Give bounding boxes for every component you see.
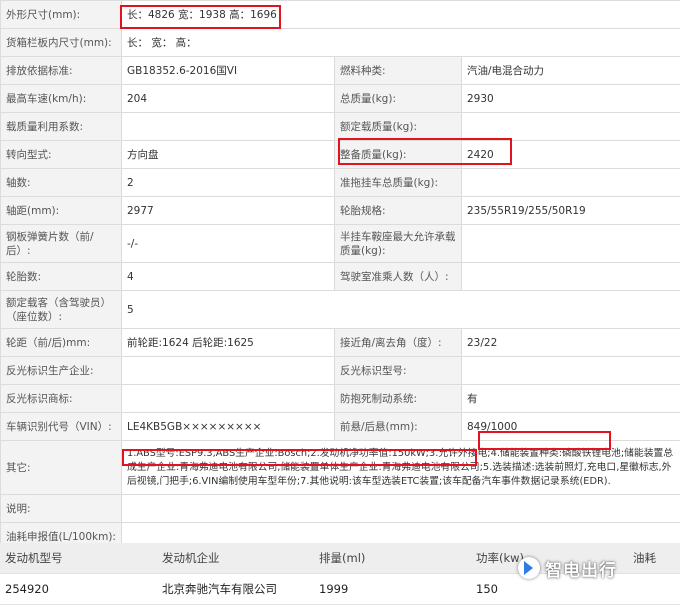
header-engine-maker: 发动机企业 — [157, 543, 314, 574]
label-vin: 车辆识别代号（VIN）: — [0, 412, 122, 441]
label-other: 其它: — [0, 440, 122, 495]
value-curb-weight: 2420 — [460, 140, 680, 169]
label-approach-departure: 接近角/离去角（度）: — [334, 328, 462, 357]
watermark-text: 智电出行 — [545, 560, 617, 581]
value-seating: 5 — [120, 290, 680, 329]
value-vin: LE4KB5GB××××××××× — [121, 412, 335, 441]
cell-engine-model: 254920 — [0, 573, 157, 605]
label-overhang: 前悬/后悬(mm): — [334, 412, 462, 441]
value-cargo-box: 长： 宽： 高： — [120, 28, 680, 57]
value-trailer-mass — [460, 168, 680, 197]
spec-row-reflector-brand: 反光标识商标: 防抱死制动系统: 有 — [0, 384, 680, 413]
spec-row-speed: 最高车速(km/h): 204 总质量(kg): 2930 — [0, 84, 680, 113]
value-reflector-model — [460, 356, 680, 385]
value-reflector-maker — [121, 356, 335, 385]
label-rated-load: 额定载质量(kg): — [334, 112, 462, 141]
value-axle-count: 2 — [121, 168, 335, 197]
label-curb-weight: 整备质量(kg): — [334, 140, 462, 169]
value-total-mass: 2930 — [460, 84, 680, 113]
value-steering: 方向盘 — [121, 140, 335, 169]
spec-row-springs: 钢板弹簧片数（前/后）: -/- 半挂车鞍座最大允许承载质量(kg): — [0, 224, 680, 263]
cell-displacement: 1999 — [314, 573, 471, 605]
value-leaf-springs: -/- — [121, 224, 335, 263]
spec-row-steering: 转向型式: 方向盘 整备质量(kg): 2420 — [0, 140, 680, 169]
label-notes: 说明: — [0, 494, 122, 523]
label-emission-standard: 排放依据标准: — [0, 56, 122, 85]
label-tire-spec: 轮胎规格: — [334, 196, 462, 225]
value-overhang: 849/1000 — [460, 412, 680, 441]
value-tire-spec: 235/55R19/255/50R19 — [460, 196, 680, 225]
value-reflector-brand — [121, 384, 335, 413]
label-steering: 转向型式: — [0, 140, 122, 169]
value-dimensions: 长：4826 宽：1938 高：1696 — [120, 0, 680, 29]
spec-row-axles: 轴数: 2 准拖挂车总质量(kg): — [0, 168, 680, 197]
label-reflector-maker: 反光标识生产企业: — [0, 356, 122, 385]
spec-row-track: 轮距（前/后)mm: 前轮距:1624 后轮距:1625 接近角/离去角（度）:… — [0, 328, 680, 357]
spec-row-notes: 说明: — [0, 494, 680, 523]
label-track-width: 轮距（前/后)mm: — [0, 328, 122, 357]
value-approach-departure: 23/22 — [460, 328, 680, 357]
label-axle-count: 轴数: — [0, 168, 122, 197]
header-displacement: 排量(ml) — [314, 543, 471, 574]
label-max-speed: 最高车速(km/h): — [0, 84, 122, 113]
spec-row-dimensions: 外形尺寸(mm): 长：4826 宽：1938 高：1696 — [0, 0, 680, 29]
watermark-logo-icon — [518, 557, 540, 579]
label-tire-count: 轮胎数: — [0, 262, 122, 291]
label-total-mass: 总质量(kg): — [334, 84, 462, 113]
value-fuel-type: 汽油/电混合动力 — [460, 56, 680, 85]
value-cab-occupants — [460, 262, 680, 291]
spec-row-emission: 排放依据标准: GB18352.6-2016国VI 燃料种类: 汽油/电混合动力 — [0, 56, 680, 85]
label-abs: 防抱死制动系统: — [334, 384, 462, 413]
value-notes — [120, 494, 680, 523]
value-max-speed: 204 — [121, 84, 335, 113]
value-rated-load — [460, 112, 680, 141]
value-wheelbase: 2977 — [121, 196, 335, 225]
label-trailer-mass: 准拖挂车总质量(kg): — [334, 168, 462, 197]
value-saddle-load — [460, 224, 680, 263]
spec-row-cargo-box: 货箱栏板内尺寸(mm): 长： 宽： 高： — [0, 28, 680, 57]
value-emission-standard: GB18352.6-2016国VI — [121, 56, 335, 85]
label-reflector-model: 反光标识型号: — [334, 356, 462, 385]
value-load-coefficient — [121, 112, 335, 141]
vehicle-spec-table: 外形尺寸(mm): 长：4826 宽：1938 高：1696 货箱栏板内尺寸(m… — [0, 0, 680, 551]
label-saddle-load: 半挂车鞍座最大允许承载质量(kg): — [334, 224, 462, 263]
label-seating: 额定载客（含驾驶员）（座位数）: — [0, 290, 122, 329]
label-reflector-brand: 反光标识商标: — [0, 384, 122, 413]
label-load-coefficient: 载质量利用系数: — [0, 112, 122, 141]
label-dimensions: 外形尺寸(mm): — [0, 0, 122, 29]
spec-row-other: 其它: 1.ABS型号:ESP9.3,ABS生产企业:Bosch;2.发动机净功… — [0, 440, 680, 495]
label-leaf-springs: 钢板弹簧片数（前/后）: — [0, 224, 122, 263]
cell-fuel — [628, 573, 680, 605]
label-cargo-box: 货箱栏板内尺寸(mm): — [0, 28, 122, 57]
spec-row-tires: 轮胎数: 4 驾驶室准乘人数（人）: — [0, 262, 680, 291]
spec-row-reflector-maker: 反光标识生产企业: 反光标识型号: — [0, 356, 680, 385]
spec-row-wheelbase: 轴距(mm): 2977 轮胎规格: 235/55R19/255/50R19 — [0, 196, 680, 225]
cell-engine-maker: 北京奔驰汽车有限公司 — [157, 573, 314, 605]
value-other: 1.ABS型号:ESP9.3,ABS生产企业:Bosch;2.发动机净功率值:1… — [120, 440, 680, 495]
value-tire-count: 4 — [121, 262, 335, 291]
spec-row-vin: 车辆识别代号（VIN）: LE4KB5GB××××××××× 前悬/后悬(mm)… — [0, 412, 680, 441]
watermark: 智电出行 — [518, 553, 617, 583]
label-fuel-type: 燃料种类: — [334, 56, 462, 85]
spec-row-load: 载质量利用系数: 额定载质量(kg): — [0, 112, 680, 141]
header-fuel: 油耗 — [628, 543, 680, 574]
value-abs: 有 — [460, 384, 680, 413]
label-cab-occupants: 驾驶室准乘人数（人）: — [334, 262, 462, 291]
spec-row-seats: 额定载客（含驾驶员）（座位数）: 5 — [0, 290, 680, 329]
value-track-width: 前轮距:1624 后轮距:1625 — [121, 328, 335, 357]
label-wheelbase: 轴距(mm): — [0, 196, 122, 225]
header-engine-model: 发动机型号 — [0, 543, 157, 574]
